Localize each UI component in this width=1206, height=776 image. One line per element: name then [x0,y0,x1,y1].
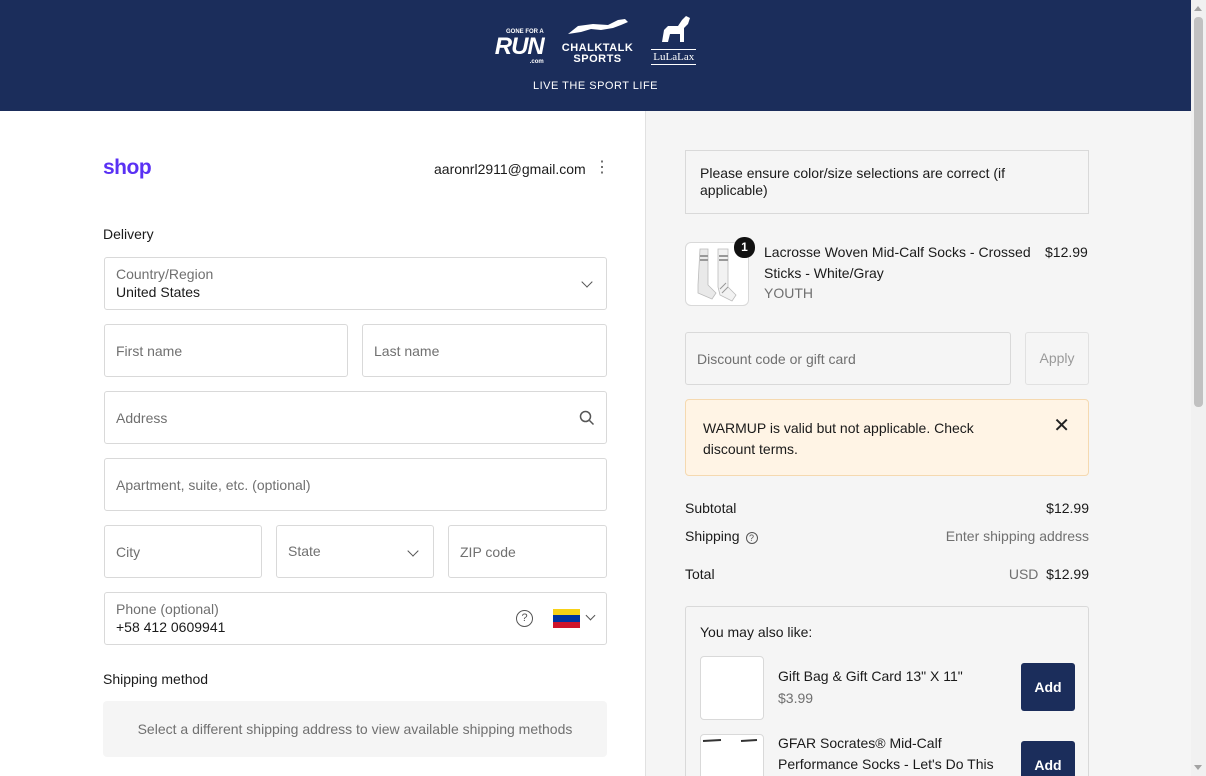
total-label: Total [685,566,715,582]
apply-button[interactable]: Apply [1025,332,1089,385]
subtotal-value: $12.99 [1046,500,1089,516]
selection-notice: Please ensure color/size selections are … [685,150,1089,214]
checkout-form: shop aaronrl2911@gmail.com ⋮ Delivery Co… [0,111,645,776]
discount-warning: WARMUP is valid but not applicable. Chec… [685,399,1089,476]
country-value: United States [116,284,201,300]
upsell-item-price: $3.99 [778,690,814,706]
lulalax-logo[interactable]: LuLaLax [651,14,697,65]
delivery-heading: Delivery [103,226,154,242]
scroll-up-icon[interactable] [1194,6,1202,11]
shipping-method-message: Select a different shipping address to v… [103,701,607,757]
zip-field[interactable]: ZIP code [448,525,607,578]
phone-value: +58 412 0609941 [116,619,226,635]
product-name: Lacrosse Woven Mid-Calf Socks - Crossed … [764,244,1031,281]
help-icon[interactable]: ? [516,610,533,627]
store-header: GONE FOR A RUN .com CHALKTALK SPORTS LuL… [0,0,1191,111]
phone-field[interactable]: Phone (optional) +58 412 0609941 ? [104,592,607,645]
total-value: $12.99 [1046,566,1089,582]
chalktalk-sports-logo[interactable]: CHALKTALK SPORTS [562,16,634,65]
shipping-row: Shipping? Enter shipping address [685,528,1089,544]
total-currency: USD [1008,566,1039,582]
search-icon [579,410,595,426]
chevron-down-icon [407,545,419,557]
scroll-down-icon[interactable] [1194,765,1202,770]
apartment-field[interactable]: Apartment, suite, etc. (optional) [104,458,607,511]
phone-label: Phone (optional) [116,601,219,617]
country-label: Country/Region [116,266,214,282]
venezuela-flag-icon[interactable] [553,609,580,628]
apartment-placeholder: Apartment, suite, etc. (optional) [116,477,311,493]
zip-placeholder: ZIP code [460,544,516,560]
state-select[interactable]: State [276,525,434,578]
scroll-thumb[interactable] [1194,17,1203,407]
upsell-item-name: GFAR Socrates® Mid-Calf Performance Sock… [778,735,994,772]
first-name-placeholder: First name [116,343,183,359]
upsell-thumbnail [700,656,764,720]
kebab-menu-icon[interactable]: ⋮ [594,160,610,176]
help-icon[interactable]: ? [745,532,758,544]
dog-sitting-icon [661,16,690,42]
discount-warning-text: WARMUP is valid but not applicable. Chec… [703,420,974,457]
last-name-placeholder: Last name [374,343,440,359]
close-icon[interactable]: ✕ [1053,416,1070,437]
shipping-value: Enter shipping address [945,528,1089,544]
brand-logos: GONE FOR A RUN .com CHALKTALK SPORTS LuL… [0,14,1191,65]
discount-placeholder: Discount code or gift card [697,351,856,367]
quantity-badge: 1 [734,237,755,258]
account-email: aaronrl2911@gmail.com [434,161,586,177]
add-upsell-button[interactable]: Add [1021,663,1075,711]
total-amount: USD $12.99 [1009,566,1089,582]
shipping-label: Shipping [685,528,740,544]
dog-running-icon [567,19,628,34]
upsell-item-name: Gift Bag & Gift Card 13" X 11" [778,668,963,684]
chevron-down-icon[interactable] [585,610,596,621]
store-tagline: LIVE THE SPORT LIFE [532,80,659,92]
country-select[interactable]: Country/Region United States [104,257,607,310]
page-scrollbar[interactable] [1191,0,1206,776]
last-name-field[interactable]: Last name [362,324,607,377]
total-row: Total USD $12.99 [685,566,1089,582]
address-field[interactable]: Address [104,391,607,444]
state-placeholder: State [288,543,321,559]
upsell-thumbnail [700,734,764,776]
shop-pay-logo: shop [103,156,152,179]
subtotal-row: Subtotal $12.99 [685,500,1089,516]
order-summary: Please ensure color/size selections are … [645,111,1191,776]
chevron-down-icon [581,276,593,288]
add-upsell-button[interactable]: Add [1021,741,1075,776]
product-variant: YOUTH [764,285,813,301]
first-name-field[interactable]: First name [104,324,348,377]
city-field[interactable]: City [104,525,262,578]
upsell-title: You may also like: [700,624,813,640]
upsell-section: You may also like: Gift Bag & Gift Card … [685,606,1089,776]
city-placeholder: City [116,544,141,560]
gone-for-a-run-logo[interactable]: GONE FOR A RUN .com [495,29,545,65]
product-price: $12.99 [1045,244,1088,260]
discount-input[interactable]: Discount code or gift card [685,332,1011,385]
shipping-method-heading: Shipping method [103,671,209,687]
sock-image-icon [702,739,758,742]
subtotal-label: Subtotal [685,500,737,516]
address-placeholder: Address [116,410,168,426]
